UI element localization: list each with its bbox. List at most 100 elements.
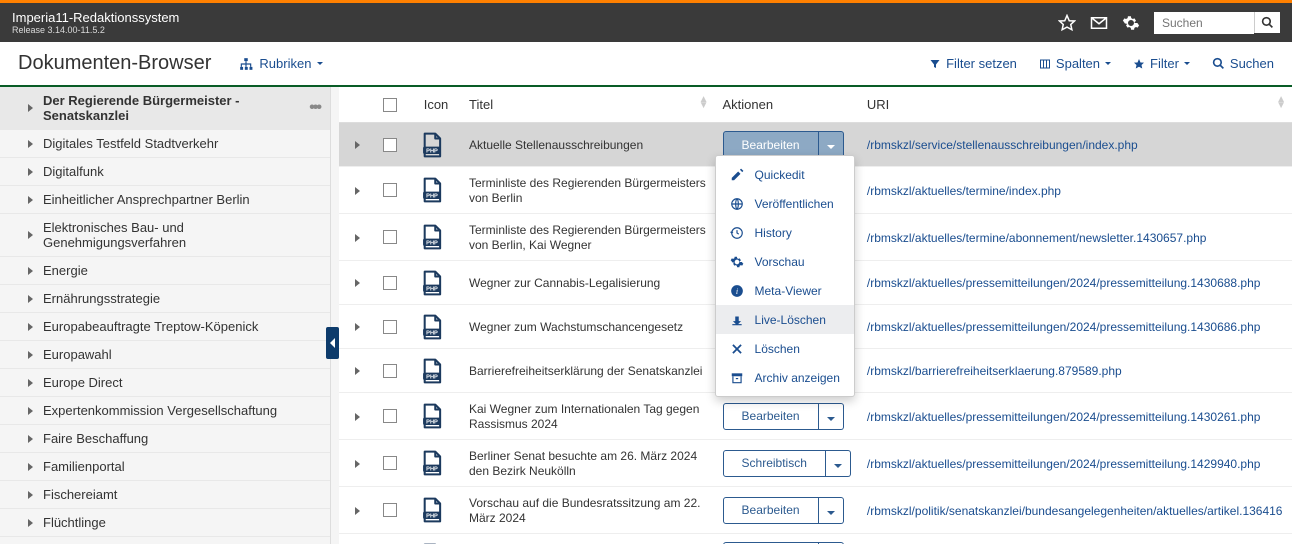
page-header: Dokumenten-Browser Rubriken Filter setze… (0, 42, 1292, 87)
chevron-right-icon[interactable] (355, 507, 360, 515)
row-checkbox[interactable] (383, 276, 397, 290)
chevron-right-icon (28, 267, 33, 275)
col-title[interactable]: Titel▲▼ (461, 87, 715, 123)
chevron-down-icon (1184, 62, 1190, 65)
dropdown-item-publish[interactable]: Veröffentlichen (716, 189, 854, 218)
dropdown-item-quickedit[interactable]: Quickedit (716, 160, 854, 189)
row-checkbox[interactable] (383, 456, 397, 470)
sidebar-item[interactable]: Digitalfunk (0, 158, 330, 186)
columns-icon (1039, 58, 1051, 70)
table-row[interactable]: Vorschau auf die Bundesratssitzung am 22… (339, 487, 1292, 534)
row-checkbox[interactable] (383, 364, 397, 378)
row-uri-link[interactable]: /rbmskzl/service/stellenausschreibungen/… (867, 138, 1138, 152)
action-button[interactable]: Bearbeiten (723, 403, 819, 430)
sidebar-item[interactable]: Expertenkommission Vergesellschaftung (0, 397, 330, 425)
dropdown-item-live-delete[interactable]: Live-Löschen (716, 305, 854, 334)
row-uri-link[interactable]: /rbmskzl/barrierefreiheitserklaerung.879… (867, 364, 1122, 378)
sidebar-item[interactable]: Energie (0, 257, 330, 285)
dropdown-item-label: Meta-Viewer (755, 284, 822, 298)
sidebar-item-label: Flüchtlinge (43, 515, 320, 530)
action-caret[interactable] (826, 450, 851, 477)
sidebar: Der Regierende Bürgermeister - Senatskan… (0, 87, 331, 544)
chevron-right-icon[interactable] (355, 141, 360, 149)
action-caret[interactable] (819, 542, 844, 544)
dropdown-item-history[interactable]: History (716, 218, 854, 247)
row-checkbox[interactable] (383, 320, 397, 334)
dropdown-item-label: Quickedit (755, 168, 805, 182)
dropdown-item-meta-viewer[interactable]: i Meta-Viewer (716, 276, 854, 305)
chevron-right-icon[interactable] (355, 460, 360, 468)
col-icon[interactable]: Icon (411, 87, 461, 123)
row-uri-link[interactable]: /rbmskzl/aktuelles/pressemitteilungen/20… (867, 410, 1261, 424)
sidebar-item[interactable]: Einheitlicher Ansprechpartner Berlin (0, 186, 330, 214)
table-row[interactable]: Kai Wegner zum Internationalen Tag gegen… (339, 393, 1292, 440)
row-checkbox[interactable] (383, 183, 397, 197)
row-checkbox[interactable] (383, 409, 397, 423)
action-button[interactable]: Schreibtisch (723, 450, 826, 477)
sidebar-item[interactable]: Faire Beschaffung (0, 425, 330, 453)
filter-dropdown[interactable]: Filter (1133, 56, 1190, 71)
sidebar-item[interactable]: Digitales Testfeld Stadtverkehr (0, 130, 330, 158)
action-caret[interactable] (819, 497, 844, 524)
dropdown-item-archive[interactable]: Archiv anzeigen (716, 363, 854, 392)
table-row[interactable]: Berliner Senat besuchte am 26. März 2024… (339, 440, 1292, 487)
chevron-right-icon[interactable] (355, 413, 360, 421)
row-uri-link[interactable]: /rbmskzl/politik/senatskanzlei/bundesang… (867, 504, 1283, 518)
global-search-button[interactable] (1254, 12, 1280, 33)
chevron-right-icon (28, 351, 33, 359)
chevron-right-icon[interactable] (355, 279, 360, 287)
action-caret[interactable] (819, 131, 844, 158)
search-button[interactable]: Suchen (1212, 56, 1274, 71)
sidebar-item-label: Der Regierende Bürgermeister - Senatskan… (43, 93, 309, 123)
gear-icon[interactable] (1122, 14, 1140, 32)
row-uri-link[interactable]: /rbmskzl/aktuelles/pressemitteilungen/20… (867, 457, 1261, 471)
sidebar-item[interactable]: Ernährungsstrategie (0, 285, 330, 313)
dropdown-item-delete[interactable]: Löschen (716, 334, 854, 363)
sidebar-item[interactable]: Elektronisches Bau- und Genehmigungsverf… (0, 214, 330, 257)
sidebar-item[interactable]: Familienportal (0, 453, 330, 481)
sidebar-item[interactable]: Fischereiamt (0, 481, 330, 509)
row-uri-link[interactable]: /rbmskzl/aktuelles/pressemitteilungen/20… (867, 276, 1261, 290)
action-button[interactable]: Bearbeiten (723, 131, 819, 158)
sidebar-item[interactable]: Flüchtlinge (0, 509, 330, 537)
col-uri[interactable]: URI▲▼ (859, 87, 1292, 123)
sidebar-item[interactable]: Formularverzeichnis (0, 537, 330, 544)
row-uri-link[interactable]: /rbmskzl/aktuelles/termine/abonnement/ne… (867, 231, 1207, 245)
chevron-right-icon[interactable] (355, 187, 360, 195)
columns-dropdown[interactable]: Spalten (1039, 56, 1111, 71)
row-uri-link[interactable]: /rbmskzl/aktuelles/pressemitteilungen/20… (867, 320, 1261, 334)
splitter[interactable] (331, 87, 339, 544)
action-button[interactable]: Bearbeiten (723, 542, 819, 544)
sidebar-item-label: Einheitlicher Ansprechpartner Berlin (43, 192, 320, 207)
meta-viewer-icon: i (730, 283, 745, 298)
row-checkbox[interactable] (383, 230, 397, 244)
global-search-input[interactable] (1154, 12, 1254, 34)
publish-icon (730, 196, 745, 211)
action-button-group: Schreibtisch (723, 450, 851, 477)
sidebar-item-label: Energie (43, 263, 320, 278)
select-all[interactable] (375, 87, 411, 123)
action-caret[interactable] (819, 403, 844, 430)
row-checkbox[interactable] (383, 503, 397, 517)
sidebar-item[interactable]: Europe Direct (0, 369, 330, 397)
chevron-right-icon[interactable] (355, 367, 360, 375)
envelope-icon[interactable] (1090, 14, 1108, 32)
table-row[interactable]: Bundesangelegenheiten Bearbeiten /rbmskz… (339, 534, 1292, 545)
sidebar-item-label: Digitales Testfeld Stadtverkehr (43, 136, 320, 151)
filter-set-button[interactable]: Filter setzen (929, 56, 1017, 71)
more-icon[interactable]: ••• (309, 99, 320, 117)
sidebar-item[interactable]: Europabeauftragte Treptow-Köpenick (0, 313, 330, 341)
chevron-right-icon[interactable] (355, 234, 360, 242)
row-checkbox[interactable] (383, 138, 397, 152)
action-button[interactable]: Bearbeiten (723, 497, 819, 524)
rubriken-dropdown[interactable]: Rubriken (239, 56, 323, 71)
sidebar-item[interactable]: Der Regierende Bürgermeister - Senatskan… (0, 87, 330, 130)
splitter-handle-icon[interactable] (326, 327, 339, 359)
sidebar-item[interactable]: Europawahl (0, 341, 330, 369)
star-icon[interactable] (1058, 14, 1076, 32)
chevron-right-icon[interactable] (355, 323, 360, 331)
table-row[interactable]: Aktuelle Stellenausschreibungen Bearbeit… (339, 123, 1292, 167)
row-uri-link[interactable]: /rbmskzl/aktuelles/termine/index.php (867, 184, 1061, 198)
dropdown-item-preview[interactable]: Vorschau (716, 247, 854, 276)
action-button-group: Bearbeiten (723, 497, 844, 524)
